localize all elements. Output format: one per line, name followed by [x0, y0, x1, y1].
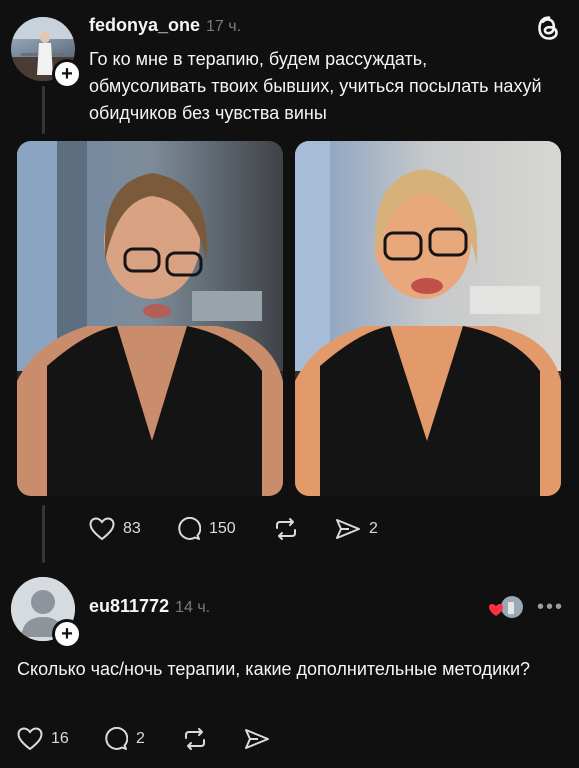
reply-like-count: 16 [51, 730, 69, 747]
more-icon[interactable]: ••• [537, 596, 564, 619]
thread-connector-line [42, 505, 45, 563]
reply-comment-button[interactable]: 2 [104, 727, 145, 751]
repost-icon [182, 727, 208, 751]
post-text: Го ко мне в терапию, будем рассуждать, о… [89, 49, 542, 123]
like-count: 83 [123, 520, 141, 537]
repost-button[interactable] [273, 517, 299, 541]
reply-repost-button[interactable] [182, 727, 208, 751]
like-button[interactable]: 83 [89, 517, 141, 541]
heart-icon [17, 727, 43, 751]
share-button[interactable]: 2 [335, 517, 378, 541]
share-icon [244, 727, 270, 751]
follow-plus-button[interactable]: + [52, 59, 82, 89]
share-count: 2 [369, 520, 378, 537]
comment-icon [177, 517, 201, 541]
comment-button[interactable]: 150 [177, 517, 236, 541]
reply-share-button[interactable] [244, 727, 270, 751]
comment-icon [104, 727, 128, 751]
author-username[interactable]: fedonya_one [89, 15, 200, 36]
heart-icon [89, 517, 115, 541]
reply-username[interactable]: eu811772 [89, 596, 169, 617]
post-photo-1[interactable] [17, 141, 283, 496]
reply-like-button[interactable]: 16 [17, 727, 69, 751]
post-photo-2[interactable] [295, 141, 561, 496]
follow-plus-button[interactable]: + [52, 619, 82, 649]
threads-logo-icon[interactable] [536, 15, 562, 41]
reply-timestamp: 14 ч. [175, 599, 211, 616]
comment-count: 150 [209, 520, 236, 537]
reply-text: Сколько час/ночь терапии, какие дополнит… [17, 659, 531, 679]
reply-comment-count: 2 [136, 730, 145, 747]
post-timestamp: 17 ч. [206, 18, 242, 35]
share-icon [335, 517, 361, 541]
thread-connector-line [42, 86, 45, 134]
repost-icon [273, 517, 299, 541]
liked-by-author-badge [488, 596, 524, 620]
